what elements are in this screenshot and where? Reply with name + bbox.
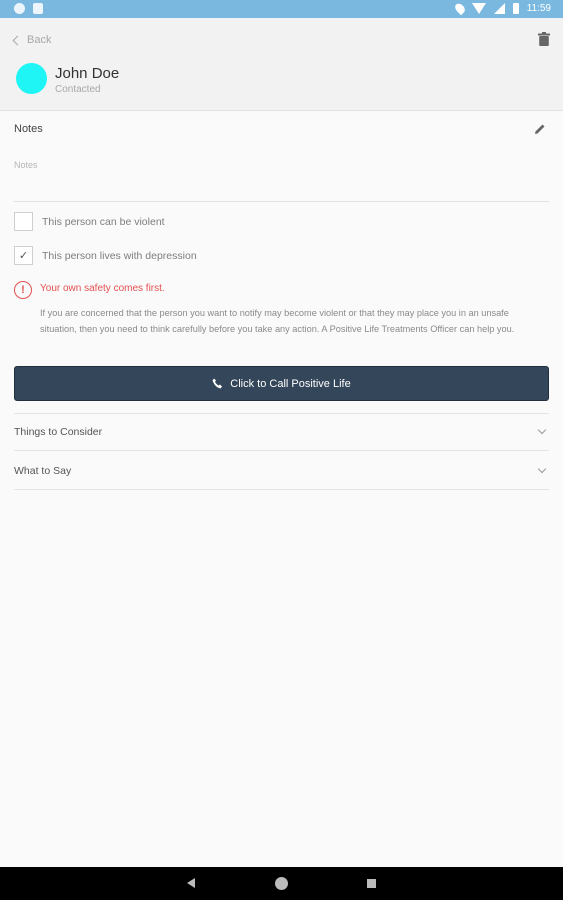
clipboard-icon [33, 3, 43, 14]
location-icon [452, 1, 467, 16]
clock-time: 11:59 [526, 3, 551, 14]
avatar [16, 63, 47, 94]
violent-checkbox-label: This person can be violent [42, 215, 165, 228]
accordion-label: What to Say [14, 464, 72, 477]
back-label: Back [27, 34, 52, 46]
accordion-what-to-say[interactable]: What to Say [14, 452, 549, 490]
violent-checkbox[interactable] [14, 212, 33, 231]
status-bar: 11:59 [0, 0, 563, 18]
call-button-label: Click to Call Positive Life [230, 377, 351, 390]
contact-header: Back John Doe Contacted [0, 18, 563, 111]
nav-recents-icon[interactable] [367, 879, 376, 888]
notification-icon [14, 3, 25, 14]
depression-checkbox-label: This person lives with depression [42, 249, 197, 262]
chevron-left-icon [12, 35, 23, 45]
trash-icon[interactable] [538, 32, 550, 46]
violent-checkbox-row[interactable]: This person can be violent [14, 212, 165, 231]
exclamation-circle-icon: ! [14, 281, 32, 299]
warning-title: Your own safety comes first. [40, 283, 165, 294]
chevron-down-icon [537, 464, 547, 473]
wifi-icon [471, 3, 486, 14]
battery-icon [512, 3, 519, 14]
notes-input[interactable]: Notes [14, 148, 549, 202]
depression-checkbox-row[interactable]: ✓ This person lives with depression [14, 246, 197, 265]
contact-name: John Doe [55, 65, 120, 82]
nav-back-icon[interactable] [187, 878, 195, 888]
chevron-down-icon [537, 425, 547, 435]
signal-icon [493, 3, 505, 14]
system-nav-bar [0, 867, 563, 900]
notes-heading: Notes [14, 123, 43, 135]
pencil-icon[interactable] [533, 122, 547, 136]
call-positive-life-button[interactable]: Click to Call Positive Life [14, 366, 549, 401]
phone-icon [212, 378, 223, 389]
notes-placeholder: Notes [14, 160, 38, 170]
accordion-things-to-consider[interactable]: Things to Consider [14, 413, 549, 451]
nav-home-icon[interactable] [275, 877, 288, 890]
contact-status: Contacted [55, 84, 101, 95]
warning-text: If you are concerned that the person you… [40, 308, 515, 334]
back-button[interactable]: Back [12, 34, 52, 46]
depression-checkbox[interactable]: ✓ [14, 246, 33, 265]
accordion-label: Things to Consider [14, 426, 103, 438]
